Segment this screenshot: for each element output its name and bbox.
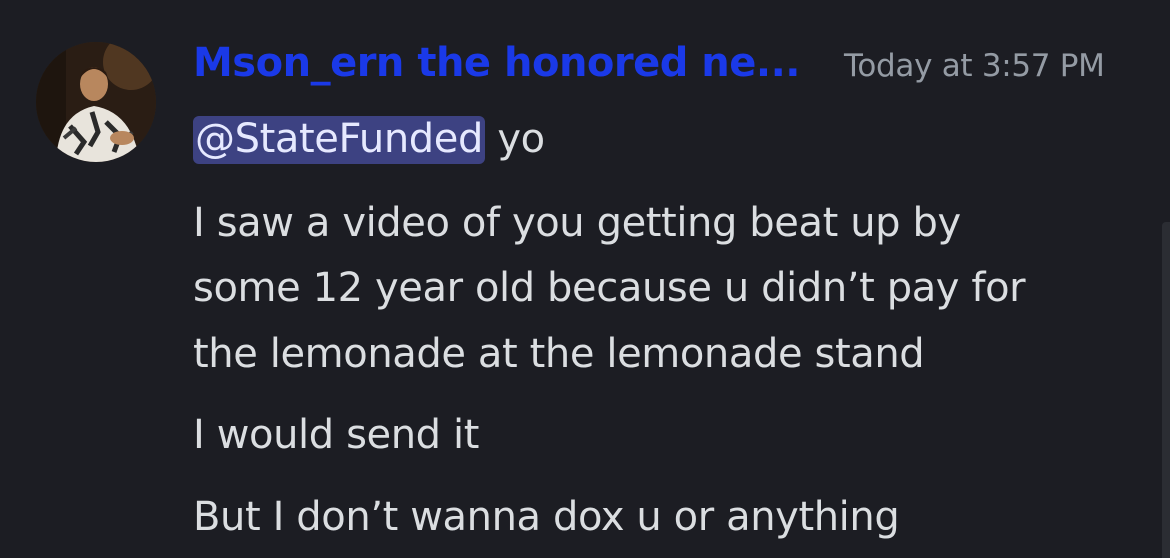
message-line: the lemonade at the lemonade stand [193,331,925,377]
message-text: yo [497,116,545,162]
scrollbar[interactable] [1162,222,1170,558]
message-line: But I don’t wanna dox u or anything [193,494,900,540]
message-line: some 12 year old because u didn’t pay fo… [193,265,1026,311]
avatar-image [36,42,156,162]
user-avatar[interactable] [36,42,156,162]
message-header: Mson_ern the honored ne... Today at 3:57… [193,40,1140,100]
user-mention[interactable]: @StateFunded [193,116,485,164]
author-username[interactable]: Mson_ern the honored ne... [193,40,801,86]
message-timestamp[interactable]: Today at 3:57 PM [844,48,1105,84]
message-line: @StateFunded yo [193,106,545,172]
message-line: I would send it [193,412,479,458]
message-line: I saw a video of you getting beat up by [193,200,961,246]
